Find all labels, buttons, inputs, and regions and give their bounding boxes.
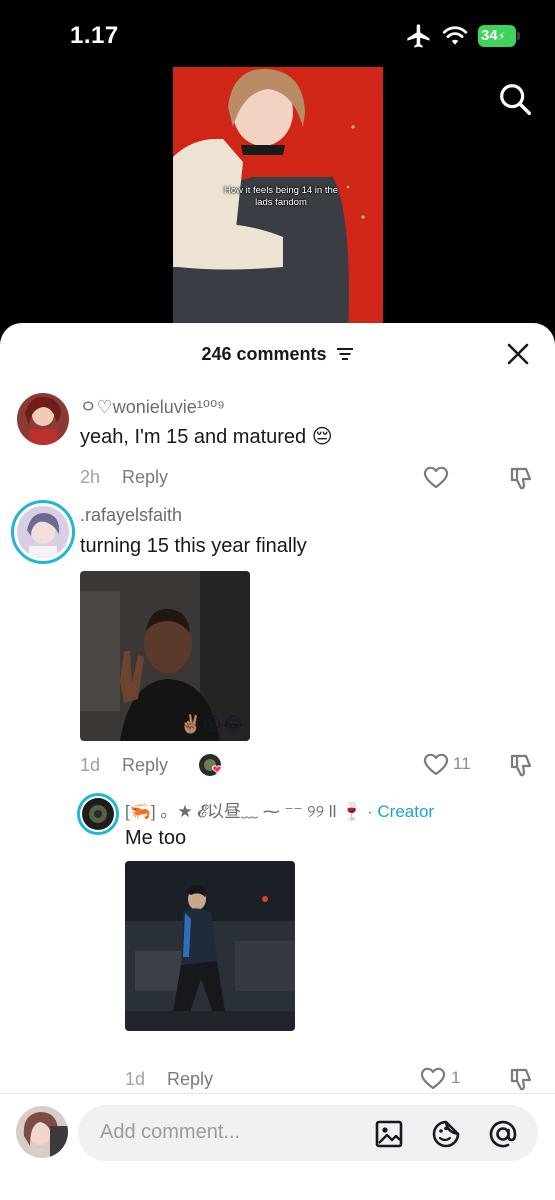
comment-meta: 2h Reply xyxy=(80,467,168,488)
comment-meta: 1d Reply xyxy=(80,755,168,776)
like-button[interactable]: 1 xyxy=(420,1066,466,1092)
comment-time: 1d xyxy=(80,755,101,775)
comment-text: yeah, I'm 15 and matured 😔 xyxy=(80,426,333,448)
heart-icon xyxy=(423,753,449,776)
comment-username[interactable]: [🦐] 。★ 𝓔以昼﹏ ⁓ ⁻⁻ ୨୨ ll 🍷 · Creator xyxy=(125,797,434,822)
comment-placeholder: Add comment... xyxy=(100,1121,241,1143)
my-avatar xyxy=(16,1106,68,1158)
thumbs-down-icon xyxy=(510,467,532,490)
comment-media-image[interactable] xyxy=(125,861,295,1031)
creator-badge: · Creator xyxy=(367,802,435,821)
heart-icon xyxy=(420,1067,446,1090)
comment-username[interactable]: ㅇ♡wonieluvie¹⁰⁰⁹ xyxy=(80,393,225,419)
battery-level: 34 xyxy=(481,27,498,44)
sheet-header: 246 comments xyxy=(0,323,555,385)
close-icon[interactable] xyxy=(506,342,530,366)
dislike-button[interactable] xyxy=(508,1066,534,1092)
creator-liked-avatar xyxy=(198,753,222,777)
comment-count: 246 comments xyxy=(201,343,327,364)
add-comment-input[interactable]: Add comment... xyxy=(78,1105,538,1161)
wifi-icon xyxy=(442,26,468,45)
like-count: 1 xyxy=(451,1068,461,1087)
thumbs-down-icon xyxy=(510,754,532,777)
heart-icon xyxy=(423,466,449,489)
search-icon[interactable] xyxy=(496,80,534,118)
video-caption: How it feels being 14 in the lads fandom xyxy=(223,185,339,208)
comment-username[interactable]: .rafayelsfaith xyxy=(80,505,182,526)
media-emoji-overlay: ✌🏽😭😂 xyxy=(179,714,244,734)
comment-input-bar: Add comment... xyxy=(0,1093,555,1200)
comment-time: 1d xyxy=(125,1069,146,1089)
dislike-button[interactable] xyxy=(508,752,534,778)
sticker-emoji-icon[interactable] xyxy=(431,1119,461,1149)
status-bar: 1.17 34⚡ xyxy=(0,0,555,70)
mention-icon[interactable] xyxy=(488,1119,518,1149)
comment-item: .rafayelsfaith turning 15 this year fina… xyxy=(0,499,555,789)
thumbs-down-icon xyxy=(510,1068,532,1091)
comment-text: Me too xyxy=(125,827,187,849)
comment-time: 2h xyxy=(80,467,101,487)
status-time: 1.17 xyxy=(70,22,119,49)
comment-meta: 1d Reply xyxy=(125,1069,213,1090)
like-count: 11 xyxy=(453,754,471,773)
reply-button[interactable]: Reply xyxy=(122,755,168,775)
video-player[interactable]: How it feels being 14 in the lads fandom xyxy=(173,67,383,337)
comments-sheet: 246 comments ㅇ♡wonieluvie¹⁰⁰⁹ yeah, I'm … xyxy=(0,323,555,1200)
comment-count-button[interactable]: 246 comments xyxy=(0,343,555,365)
sort-filter-icon xyxy=(336,348,353,361)
image-icon[interactable] xyxy=(374,1119,404,1149)
battery-indicator: 34⚡ xyxy=(478,25,520,47)
avatar[interactable] xyxy=(77,793,119,835)
like-button[interactable] xyxy=(423,465,449,491)
reply-item: [🦐] 。★ 𝓔以昼﹏ ⁓ ⁻⁻ ୨୨ ll 🍷 · Creator Me to… xyxy=(0,789,555,1091)
airplane-mode-icon xyxy=(407,24,430,48)
comment-text: turning 15 this year finally xyxy=(80,535,307,557)
creator-username: [🦐] 。★ 𝓔以昼﹏ ⁓ ⁻⁻ ୨୨ ll 🍷 xyxy=(125,802,363,821)
reply-button[interactable]: Reply xyxy=(122,467,168,487)
comment-item: ㅇ♡wonieluvie¹⁰⁰⁹ yeah, I'm 15 and mature… xyxy=(0,385,555,495)
comment-media-image[interactable]: ✌🏽😭😂 xyxy=(80,571,250,741)
reply-button[interactable]: Reply xyxy=(167,1069,213,1089)
avatar[interactable] xyxy=(11,500,75,564)
avatar[interactable] xyxy=(17,393,69,445)
dislike-button[interactable] xyxy=(508,465,534,491)
like-button[interactable]: 11 xyxy=(423,752,471,778)
